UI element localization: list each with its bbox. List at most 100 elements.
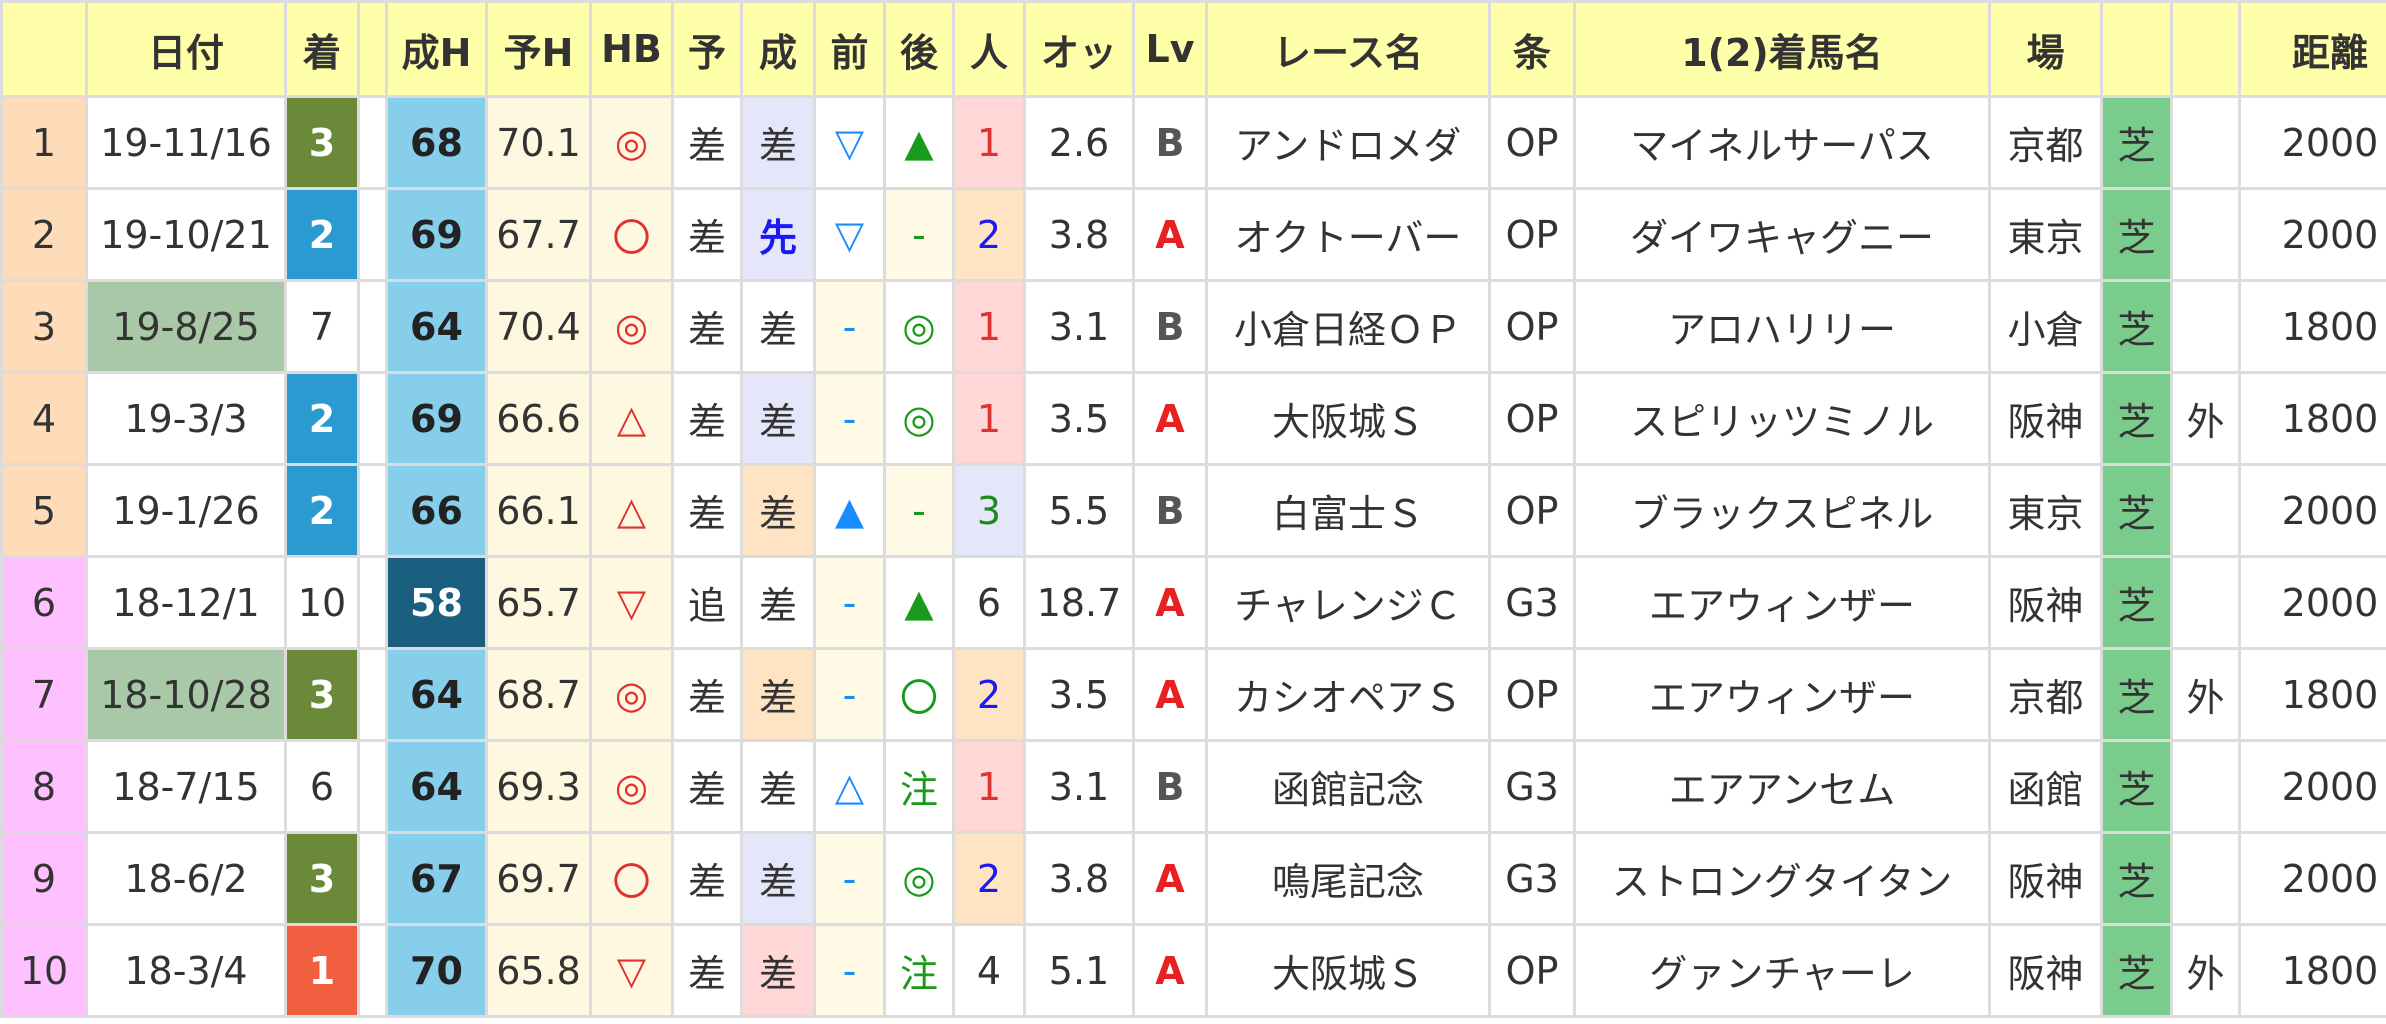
predicted-style: 差	[671, 279, 743, 374]
predicted-style: 差	[671, 739, 743, 834]
race-class: OP	[1488, 279, 1576, 374]
course-side	[2170, 739, 2241, 834]
col-header-popularity[interactable]: 人	[952, 0, 1026, 98]
race-name[interactable]: 大阪城Ｓ	[1205, 923, 1491, 1018]
popularity: 2	[952, 647, 1026, 742]
race-date: 18-10/28	[85, 647, 287, 742]
table-row[interactable]: 10 18-3/4 1 70 65.8 ▽ 差差 - 注 4 5.1 A 大阪城Ｓ OP グァンチャーレ 阪神…	[0, 923, 2386, 1018]
predicted-style: 差	[671, 647, 743, 742]
col-header-level[interactable]: Lv	[1132, 0, 1208, 98]
col-header-class[interactable]: 条	[1488, 0, 1576, 98]
spacer-cell	[357, 739, 388, 834]
actual-style: 差	[740, 923, 816, 1018]
winner-name[interactable]: エアアンセム	[1573, 739, 1991, 834]
race-name[interactable]: カシオペアＳ	[1205, 647, 1491, 742]
race-date: 18-7/15	[85, 739, 287, 834]
race-name[interactable]: 小倉日経ＯＰ	[1205, 279, 1491, 374]
popularity: 4	[952, 923, 1026, 1018]
race-name[interactable]: チャレンジＣ	[1205, 555, 1491, 650]
race-class: G3	[1488, 831, 1576, 926]
table-row[interactable]: 7 18-10/28 3 64 68.7 ◎ 差差 - 〇 2 3.5 A カシオペアＳ OP エアウィンザ…	[0, 647, 2386, 742]
winner-name[interactable]: ダイワキャグニー	[1573, 187, 1991, 282]
col-header-race-name[interactable]: レース名	[1205, 0, 1491, 98]
col-header-venue[interactable]: 場	[1988, 0, 2103, 98]
col-header-predicted-h[interactable]: 予H	[485, 0, 592, 98]
race-name[interactable]: オクトーバー	[1205, 187, 1491, 282]
odds: 18.7	[1023, 555, 1135, 650]
spacer-cell	[357, 831, 388, 926]
back-mark: 〇	[883, 647, 955, 742]
col-header-index[interactable]	[0, 0, 88, 98]
back-mark: 注	[883, 739, 955, 834]
course-side	[2170, 831, 2241, 926]
table-row[interactable]: 4 19-3/3 2 69 66.6 △ 差差 - ◎ 1 3.5 A 大阪城Ｓ OP スピリッツミノル 阪神…	[0, 371, 2386, 466]
race-name[interactable]: 大阪城Ｓ	[1205, 371, 1491, 466]
winner-name[interactable]: ブラックスピネル	[1573, 463, 1991, 558]
hb-mark: △	[589, 371, 674, 466]
col-header-hb[interactable]: HB	[589, 0, 674, 98]
race-name[interactable]: 白富士Ｓ	[1205, 463, 1491, 558]
front-mark: -	[813, 923, 886, 1018]
col-header-actual-style[interactable]: 成	[740, 0, 816, 98]
race-name[interactable]: 函館記念	[1205, 739, 1491, 834]
distance: 2000	[2238, 831, 2386, 926]
col-header-place[interactable]: 着	[284, 0, 360, 98]
table-row[interactable]: 1 19-11/16 3 68 70.1 ◎ 差差 ▽ ▲ 1 2.6 B アンドロメダ OP マイネルサー…	[0, 95, 2386, 190]
winner-name[interactable]: エアウィンザー	[1573, 555, 1991, 650]
odds: 5.5	[1023, 463, 1135, 558]
winner-name[interactable]: スピリッツミノル	[1573, 371, 1991, 466]
winner-name[interactable]: マイネルサーパス	[1573, 95, 1991, 190]
popularity: 1	[952, 739, 1026, 834]
popularity: 1	[952, 279, 1026, 374]
col-header-date[interactable]: 日付	[85, 0, 287, 98]
achieved-h: 64	[385, 739, 488, 834]
table-row[interactable]: 2 19-10/21 2 69 67.7 〇差先 ▽ -2 3.8 A オクトーバー OP ダイワキャグ…	[0, 187, 2386, 282]
spacer-cell	[357, 279, 388, 374]
race-date: 19-8/25	[85, 279, 287, 374]
winner-name[interactable]: グァンチャーレ	[1573, 923, 1991, 1018]
popularity: 2	[952, 187, 1026, 282]
finish-position: 1	[284, 923, 360, 1018]
table-row[interactable]: 5 19-1/26 2 66 66.1 △ 差差 ▲ -3 5.5 B 白富士Ｓ OP ブラックスピネル東…	[0, 463, 2386, 558]
race-name[interactable]: アンドロメダ	[1205, 95, 1491, 190]
front-mark: △	[813, 739, 886, 834]
col-header-winner-name[interactable]: 1(2)着馬名	[1573, 0, 1991, 98]
col-header-predicted-style[interactable]: 予	[671, 0, 743, 98]
hb-mark: 〇	[589, 831, 674, 926]
race-name[interactable]: 鳴尾記念	[1205, 831, 1491, 926]
back-mark: -	[883, 187, 955, 282]
table-row[interactable]: 9 18-6/2 3 67 69.7 〇差差 - ◎ 2 3.8 A 鳴尾記念 G3 ストロングタイタン阪…	[0, 831, 2386, 926]
front-mark: ▽	[813, 95, 886, 190]
col-header-back[interactable]: 後	[883, 0, 955, 98]
front-mark: -	[813, 647, 886, 742]
predicted-style: 差	[671, 831, 743, 926]
predicted-h: 69.7	[485, 831, 592, 926]
predicted-h: 68.7	[485, 647, 592, 742]
spacer-cell	[357, 371, 388, 466]
popularity: 1	[952, 371, 1026, 466]
achieved-h: 68	[385, 95, 488, 190]
popularity: 2	[952, 831, 1026, 926]
popularity: 3	[952, 463, 1026, 558]
col-header-odds[interactable]: オッ	[1023, 0, 1135, 98]
back-mark: ◎	[883, 371, 955, 466]
race-class: OP	[1488, 187, 1576, 282]
col-header-front[interactable]: 前	[813, 0, 886, 98]
table-row[interactable]: 6 18-12/1 10 58 65.7 ▽ 追差 - ▲ 6 18.7 A チャレンジＣ G3 エアウィン…	[0, 555, 2386, 650]
course-side: 外	[2170, 923, 2241, 1018]
table-row[interactable]: 3 19-8/25 7 64 70.4 ◎ 差差 - ◎ 1 3.1 B 小倉日経ＯＰ OP アロハリリー小…	[0, 279, 2386, 374]
hb-mark: ▽	[589, 923, 674, 1018]
odds: 3.1	[1023, 739, 1135, 834]
row-index: 3	[0, 279, 88, 374]
table-row[interactable]: 8 18-7/15 6 64 69.3 ◎ 差差 △ 注 1 3.1 B 函館記念 G3 エアアンセム 函館芝…	[0, 739, 2386, 834]
col-header-distance[interactable]: 距離	[2238, 0, 2386, 98]
popularity: 1	[952, 95, 1026, 190]
col-header-achieved-h[interactable]: 成H	[385, 0, 488, 98]
winner-name[interactable]: エアウィンザー	[1573, 647, 1991, 742]
winner-name[interactable]: アロハリリー	[1573, 279, 1991, 374]
hb-mark: △	[589, 463, 674, 558]
race-date: 19-1/26	[85, 463, 287, 558]
predicted-h: 69.3	[485, 739, 592, 834]
winner-name[interactable]: ストロングタイタン	[1573, 831, 1991, 926]
back-mark: 注	[883, 923, 955, 1018]
